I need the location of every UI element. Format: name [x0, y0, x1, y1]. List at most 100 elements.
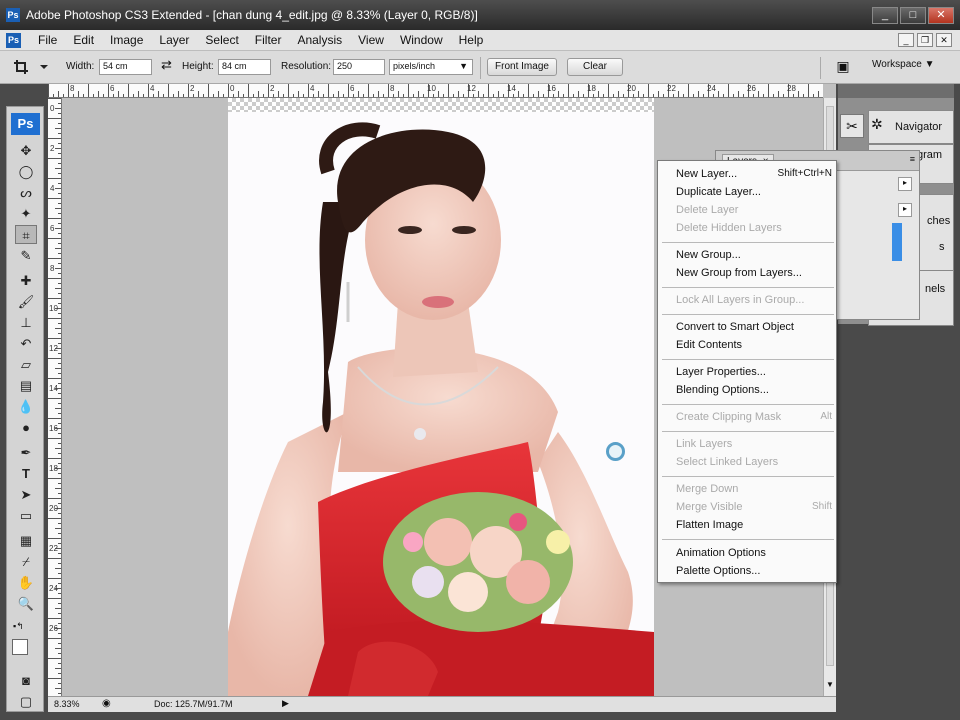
zoom-level[interactable]: 8.33%: [54, 699, 80, 709]
clear-button[interactable]: Clear: [567, 58, 623, 76]
menu-item-new-group[interactable]: New Group...: [676, 249, 741, 261]
menu-item-link-layers[interactable]: Link Layers: [676, 438, 732, 450]
tools-panel: Ps ✥ ◯ ᔕ ✦ ⌗ ✎ ✚ 🖌 ⊥ ↶ ▱ ▤ 💧 ● ✒ T ➤ ▭ ▦…: [6, 106, 44, 712]
minimize-button[interactable]: _: [872, 7, 898, 24]
document-icon[interactable]: Ps: [6, 33, 21, 48]
status-arrow-icon[interactable]: ▶: [282, 698, 289, 709]
doc-restore-button[interactable]: ❐: [917, 33, 933, 47]
crop-tool-icon[interactable]: ⌗: [15, 225, 37, 244]
slice-tool-icon[interactable]: ✎: [15, 246, 37, 265]
options-bar: Width: 54 cm ⇄ Height: 84 cm Resolution:…: [0, 51, 960, 84]
front-image-button[interactable]: Front Image: [487, 58, 557, 76]
ruler-tick-label: 14: [507, 84, 516, 93]
type-tool-icon[interactable]: T: [15, 464, 37, 483]
menu-file[interactable]: File: [30, 33, 65, 47]
resolution-units-select[interactable]: pixels/inch ▼: [389, 59, 473, 75]
menu-help[interactable]: Help: [451, 33, 492, 47]
horizontal-ruler[interactable]: 8 6 4 2 0 2 4 6 8 10 12 14 16 18 20 22 2…: [48, 84, 823, 98]
menu-item-new-layer[interactable]: New Layer...: [676, 168, 737, 180]
menu-item-new-group-from-layers[interactable]: New Group from Layers...: [676, 267, 802, 279]
close-button[interactable]: ✕: [928, 7, 954, 24]
menu-item-palette-options[interactable]: Palette Options...: [676, 565, 760, 577]
gradient-tool-icon[interactable]: ▤: [15, 376, 37, 395]
ruler-tick-label: 0: [230, 84, 235, 93]
hand-tool-icon[interactable]: ✋: [15, 573, 37, 592]
vertical-ruler[interactable]: 0 2 4 6 8 10 12 14 16 18 20 22 24 26: [48, 98, 62, 696]
menu-item-blending-options[interactable]: Blending Options...: [676, 384, 769, 396]
brush-tool-icon[interactable]: 🖌: [15, 292, 37, 311]
menu-item-delete-hidden-layers[interactable]: Delete Hidden Layers: [676, 222, 782, 234]
menu-image[interactable]: Image: [102, 33, 151, 47]
width-field[interactable]: 54 cm: [99, 59, 152, 75]
menu-select[interactable]: Select: [197, 33, 246, 47]
quick-mask-icon[interactable]: ◙: [15, 671, 37, 690]
chevron-right-icon[interactable]: ▸: [898, 177, 912, 191]
marquee-tool-icon[interactable]: ◯: [15, 162, 37, 181]
ruler-tick-label: 28: [787, 84, 796, 93]
menu-window[interactable]: Window: [392, 33, 451, 47]
status-menu-icon[interactable]: ◉: [102, 698, 111, 709]
menu-item-duplicate-layer[interactable]: Duplicate Layer...: [676, 186, 761, 198]
menu-item-merge-down[interactable]: Merge Down: [676, 483, 738, 495]
shape-tool-icon[interactable]: ▭: [15, 506, 37, 525]
menu-layer[interactable]: Layer: [151, 33, 197, 47]
ruler-tick-label: 8: [50, 264, 55, 273]
layers-panel-menu: New Layer... Shift+Ctrl+N Duplicate Laye…: [657, 160, 837, 583]
path-selection-icon[interactable]: ➤: [15, 485, 37, 504]
panel-menu-icon[interactable]: ≡: [910, 154, 915, 164]
height-field[interactable]: 84 cm: [218, 59, 271, 75]
eraser-tool-icon[interactable]: ▱: [15, 355, 37, 374]
eyedropper-tool-icon[interactable]: ⌿: [15, 552, 37, 571]
photoshop-logo[interactable]: Ps: [11, 113, 40, 135]
blur-tool-icon[interactable]: 💧: [15, 397, 37, 416]
doc-close-button[interactable]: ✕: [936, 33, 952, 47]
dodge-tool-icon[interactable]: ●: [15, 418, 37, 437]
menu-item-animation-options[interactable]: Animation Options: [676, 547, 766, 559]
chevron-right-icon[interactable]: ▸: [898, 203, 912, 217]
menu-item-delete-layer[interactable]: Delete Layer: [676, 204, 738, 216]
move-tool-icon[interactable]: ✥: [15, 141, 37, 160]
default-colors-icon[interactable]: ▪↰: [13, 621, 24, 632]
menu-item-layer-properties[interactable]: Layer Properties...: [676, 366, 766, 378]
clone-stamp-icon[interactable]: ⊥: [15, 313, 37, 332]
dock-header[interactable]: [838, 84, 954, 98]
layers-scroll-thumb[interactable]: [892, 223, 902, 261]
navigator-panel-tab[interactable]: ✲ Navigator: [868, 110, 954, 144]
menu-item-merge-visible[interactable]: Merge Visible: [676, 501, 742, 513]
menu-analysis[interactable]: Analysis: [289, 33, 350, 47]
doc-minimize-button[interactable]: _: [898, 33, 914, 47]
history-brush-icon[interactable]: ↶: [15, 334, 37, 353]
tool-preset-picker[interactable]: [10, 57, 50, 77]
workspace-button[interactable]: Workspace ▼: [872, 59, 935, 70]
lasso-tool-icon[interactable]: ᔕ: [15, 183, 37, 202]
resolution-units-value: pixels/inch: [393, 61, 436, 71]
tools-preset-icon[interactable]: ✂: [840, 114, 864, 138]
pen-tool-icon[interactable]: ✒: [15, 443, 37, 462]
menu-item-flatten-image[interactable]: Flatten Image: [676, 519, 743, 531]
swatches-label: ches: [927, 215, 951, 227]
notes-tool-icon[interactable]: ▦: [15, 531, 37, 550]
bride-portrait-image[interactable]: [228, 112, 654, 696]
palette-well-icon[interactable]: ▣: [832, 58, 854, 78]
menu-item-select-linked-layers[interactable]: Select Linked Layers: [676, 456, 778, 468]
swap-dimensions-icon[interactable]: ⇄: [161, 57, 172, 73]
menu-item-edit-contents[interactable]: Edit Contents: [676, 339, 742, 351]
maximize-button[interactable]: □: [900, 7, 926, 24]
scroll-down-icon[interactable]: ▼: [826, 680, 834, 689]
menu-edit[interactable]: Edit: [65, 33, 102, 47]
zoom-tool-icon[interactable]: 🔍: [15, 594, 37, 613]
menu-filter[interactable]: Filter: [247, 33, 290, 47]
height-label: Height:: [182, 61, 214, 72]
magic-wand-tool-icon[interactable]: ✦: [15, 204, 37, 223]
ruler-tick-label: 6: [50, 224, 55, 233]
menu-item-convert-to-smart-object[interactable]: Convert to Smart Object: [676, 321, 794, 333]
title-bar: Ps Adobe Photoshop CS3 Extended - [chan …: [0, 0, 960, 30]
screen-mode-icon[interactable]: ▢: [15, 692, 37, 711]
menu-item-lock-all-layers[interactable]: Lock All Layers in Group...: [676, 294, 804, 306]
foreground-color-swatch[interactable]: [12, 639, 28, 655]
menu-item-create-clipping-mask[interactable]: Create Clipping Mask: [676, 411, 781, 423]
menu-view[interactable]: View: [350, 33, 392, 47]
menu-separator: [662, 287, 834, 288]
healing-brush-icon[interactable]: ✚: [15, 271, 37, 290]
resolution-field[interactable]: 250: [333, 59, 385, 75]
